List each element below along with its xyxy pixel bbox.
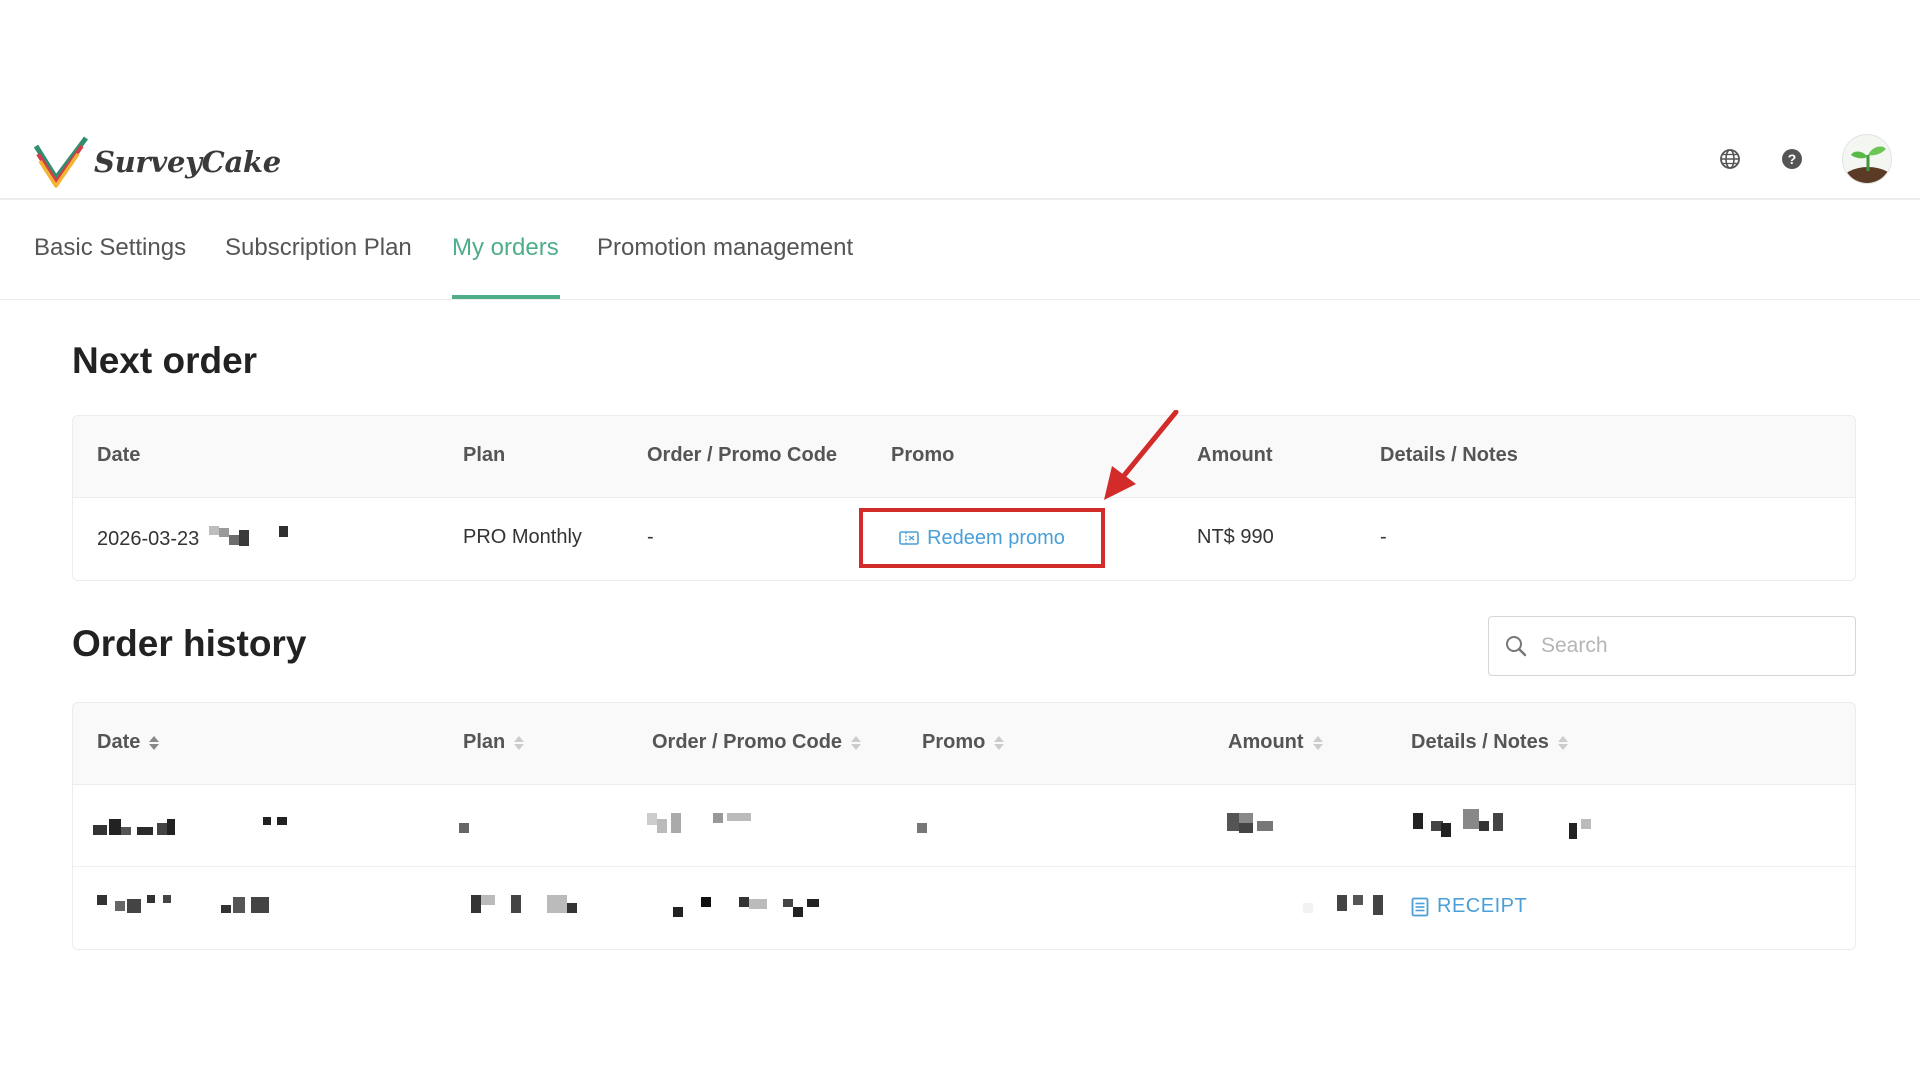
col-details-notes: Details / Notes	[1380, 444, 1518, 466]
order-history-title: Order history	[72, 623, 307, 664]
table-row: RECEIPT	[73, 867, 1855, 949]
next-order-amount: NT$ 990	[1197, 526, 1274, 548]
settings-tabs: Basic Settings Subscription Plan My orde…	[0, 200, 1920, 300]
col-date-sortable[interactable]: Date	[97, 731, 160, 754]
redacted-cell	[1413, 809, 1603, 845]
top-header: SurveyCake ?	[0, 120, 1920, 200]
next-order-plan: PRO Monthly	[463, 526, 582, 548]
redacted-cell	[647, 813, 767, 837]
receipt-label: RECEIPT	[1437, 895, 1528, 917]
col-details-notes-sortable[interactable]: Details / Notes	[1411, 731, 1569, 754]
redacted-cell	[1303, 895, 1383, 917]
tab-basic-settings[interactable]: Basic Settings	[34, 234, 186, 262]
col-promo-label: Promo	[922, 731, 986, 753]
sort-icon	[994, 735, 1005, 750]
table-header: Date Plan Order / Promo Code Promo Amoun…	[73, 703, 1855, 785]
table-header: Date Plan Order / Promo Code Promo Amoun…	[73, 416, 1855, 498]
active-tab-indicator	[452, 295, 560, 299]
redacted-cell	[1227, 813, 1287, 835]
help-icon[interactable]: ?	[1780, 147, 1804, 171]
next-order-notes: -	[1380, 526, 1387, 548]
table-row	[73, 785, 1855, 867]
col-order-promo-code-sortable[interactable]: Order / Promo Code	[652, 731, 862, 754]
col-plan-label: Plan	[463, 731, 506, 753]
table-row: 2026-03-23 PRO Monthly - Redeem promo NT…	[73, 498, 1855, 580]
redacted-cell	[93, 815, 293, 839]
redeem-promo-label: Redeem promo	[927, 526, 1065, 549]
col-date: Date	[97, 444, 141, 466]
seedling-icon	[1843, 135, 1891, 183]
redacted-time	[205, 526, 295, 552]
col-order-promo-code-label: Order / Promo Code	[652, 731, 843, 753]
redacted-cell	[917, 823, 927, 833]
redacted-cell	[471, 895, 591, 917]
sort-icon	[851, 735, 862, 750]
next-order-date: 2026-03-23	[97, 526, 295, 552]
next-order-code: -	[647, 526, 654, 548]
globe-icon[interactable]	[1718, 147, 1742, 171]
tab-my-orders[interactable]: My orders	[452, 234, 559, 262]
annotation-arrow	[1104, 410, 1179, 500]
redacted-cell	[459, 823, 469, 833]
col-promo-sortable[interactable]: Promo	[922, 731, 1005, 754]
redacted-cell	[673, 895, 833, 919]
brand-name: SurveyCake	[94, 145, 281, 179]
search-field[interactable]	[1488, 616, 1856, 676]
col-order-promo-code: Order / Promo Code	[647, 444, 838, 466]
col-plan: Plan	[463, 444, 506, 466]
order-history-table: Date Plan Order / Promo Code Promo Amoun…	[72, 702, 1856, 950]
redeem-promo-button[interactable]: Redeem promo	[859, 508, 1105, 568]
brand-logo[interactable]: SurveyCake	[32, 136, 281, 188]
col-plan-sortable[interactable]: Plan	[463, 731, 525, 754]
logo-checkmark-icon	[33, 136, 88, 188]
ticket-icon	[899, 531, 919, 545]
next-order-title: Next order	[72, 340, 258, 381]
search-icon	[1506, 636, 1527, 657]
tab-promotion-management[interactable]: Promotion management	[597, 234, 853, 262]
tab-subscription-plan[interactable]: Subscription Plan	[225, 234, 412, 262]
col-details-notes-label: Details / Notes	[1411, 731, 1549, 753]
redacted-cell	[97, 895, 297, 919]
sort-icon	[1312, 735, 1323, 750]
next-order-table: Date Plan Order / Promo Code Promo Amoun…	[72, 415, 1856, 581]
col-amount-label: Amount	[1228, 731, 1304, 753]
search-input[interactable]	[1541, 634, 1821, 658]
sort-icon	[1557, 735, 1568, 750]
col-amount: Amount	[1197, 444, 1273, 466]
col-amount-sortable[interactable]: Amount	[1228, 731, 1324, 754]
sort-icon	[149, 735, 160, 750]
date-value: 2026-03-23	[97, 527, 200, 550]
col-date-label: Date	[97, 731, 141, 753]
col-promo: Promo	[891, 444, 955, 466]
user-avatar[interactable]	[1842, 134, 1892, 184]
sort-icon	[514, 735, 525, 750]
receipt-icon	[1411, 897, 1429, 916]
svg-text:?: ?	[1788, 151, 1797, 167]
receipt-link[interactable]: RECEIPT	[1411, 895, 1527, 918]
